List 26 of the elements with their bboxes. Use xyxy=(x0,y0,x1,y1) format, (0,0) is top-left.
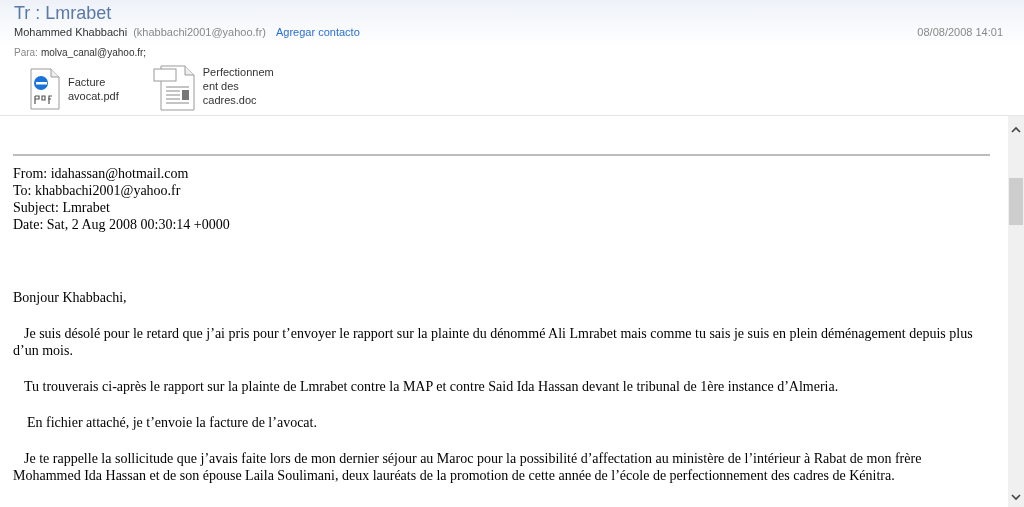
attachment[interactable]: Perfectionnem ent des cadres.doc xyxy=(152,65,274,111)
sender-name: Mohammed Khabbachi xyxy=(14,25,128,39)
attachment-name: Facture avocat.pdf xyxy=(68,75,119,103)
message-date: 08/08/2008 14:01 xyxy=(917,25,1003,39)
attachment[interactable]: Facture avocat.pdf xyxy=(30,65,119,110)
header-line: Subject: Lmrabet xyxy=(13,199,111,216)
recipient-address: molva_canal@yahoo.fr; xyxy=(40,46,147,60)
recipient-label: Para: xyxy=(14,46,38,60)
paragraph: En fichier attaché, je t’envoie la facture de l’avocat. xyxy=(26,414,318,431)
scrollbar-thumb[interactable] xyxy=(1009,178,1023,225)
scroll-up-icon[interactable] xyxy=(1011,126,1021,133)
document-icon xyxy=(152,65,195,111)
sender-email: (khabbachi2001@yahoo.fr) xyxy=(133,25,266,39)
pdf-file-icon xyxy=(30,68,60,110)
header-line: Date: Sat, 2 Aug 2008 00:30:14 +0000 xyxy=(13,216,231,233)
header-line: To: khabbachi2001@yahoo.fr xyxy=(13,182,182,199)
paragraph: Tu trouverais ci-après le rapport sur la plainte de Lmrabet contre la MAP et contre Said Ida Hassan devant le tribunal de 1ère instance d’Almeria. xyxy=(23,378,840,395)
message-subject: Tr : Lmrabet xyxy=(14,2,112,25)
paragraph: Je te rappelle la sollicitude que j’avais faite lors de mon dernier séjour au Maroc pour la possibilité d’affectation au ministère de l’intérieur à Rabat de mon frère Mohammed Ida Hassan et de son épouse Laila Soulimani, deux lauréats de la promotion de cette année de l’école de perfectionnement des cadres de Kénitra. xyxy=(13,450,923,484)
scrollbar[interactable] xyxy=(1008,116,1024,507)
scroll-down-icon[interactable] xyxy=(1011,494,1021,501)
attachment-name: Perfectionnem ent des cadres.doc xyxy=(202,65,274,107)
greeting: Bonjour Khabbachi, xyxy=(13,289,128,306)
paragraph: Je suis désolé pour le retard que j’ai pris pour t’envoyer le rapport sur la plainte du dénommé Ali Lmrabet mais comme tu sais je suis en plein déménagement depuis plus d’un mois. xyxy=(13,325,974,359)
add-contact-link[interactable]: Agregar contacto xyxy=(276,25,360,39)
header-line: From: idahassan@hotmail.com xyxy=(13,165,190,182)
